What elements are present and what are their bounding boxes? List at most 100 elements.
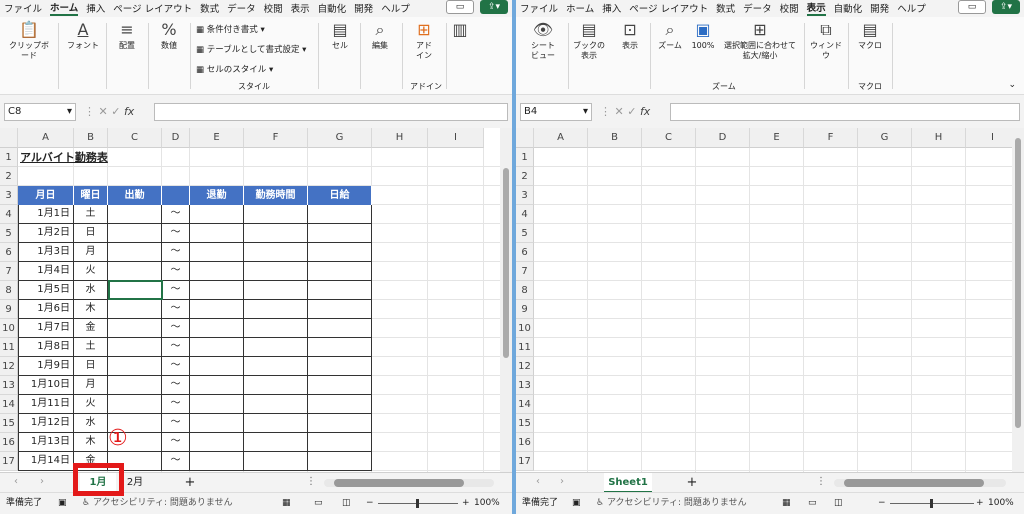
column-header[interactable]: H bbox=[372, 128, 428, 148]
table-cell[interactable]: ～ bbox=[162, 414, 190, 433]
page-break-icon[interactable]: ◫ bbox=[342, 493, 351, 513]
column-header[interactable]: I bbox=[428, 128, 484, 148]
row-header[interactable]: 17 bbox=[516, 452, 534, 471]
zoom-in-button[interactable]: + bbox=[976, 493, 984, 513]
row-header[interactable]: 11 bbox=[516, 338, 534, 357]
table-cell[interactable]: ～ bbox=[162, 376, 190, 395]
column-header[interactable]: G bbox=[858, 128, 912, 148]
zoom-in-button[interactable]: + bbox=[462, 493, 470, 513]
zoom-slider[interactable] bbox=[378, 499, 458, 508]
zoom-button[interactable]: ⌕ ズーム bbox=[654, 21, 686, 51]
next-sheet-icon[interactable]: › bbox=[40, 476, 44, 487]
addin-button[interactable]: ⊞ アド イン bbox=[406, 21, 442, 61]
sheet-view-button[interactable]: 👁 シート ビュー bbox=[522, 21, 564, 61]
table-cell[interactable] bbox=[244, 338, 308, 357]
table-cell[interactable] bbox=[108, 338, 162, 357]
next-sheet-icon[interactable]: › bbox=[560, 476, 564, 487]
menu-item[interactable]: ヘルプ bbox=[381, 1, 410, 15]
vertical-scrollbar[interactable] bbox=[1012, 128, 1024, 472]
page-layout-icon[interactable]: ▭ bbox=[314, 493, 323, 513]
menu-item[interactable]: 自動化 bbox=[318, 1, 347, 15]
table-cell[interactable] bbox=[308, 452, 372, 471]
row-header[interactable]: 3 bbox=[0, 186, 18, 205]
column-header[interactable]: E bbox=[190, 128, 244, 148]
table-cell[interactable]: ～ bbox=[162, 224, 190, 243]
table-cell[interactable] bbox=[308, 224, 372, 243]
table-cell[interactable] bbox=[108, 262, 162, 281]
table-cell[interactable]: ～ bbox=[162, 338, 190, 357]
formula-input[interactable] bbox=[154, 103, 508, 121]
book-view-button[interactable]: ▤ ブックの 表示 bbox=[568, 21, 610, 61]
row-header[interactable]: 1 bbox=[516, 148, 534, 167]
comment-button[interactable]: ▭ bbox=[446, 0, 474, 14]
table-cell[interactable] bbox=[190, 357, 244, 376]
table-cell[interactable]: 日 bbox=[74, 357, 108, 376]
row-header[interactable]: 16 bbox=[516, 433, 534, 452]
table-cell[interactable]: ～ bbox=[162, 395, 190, 414]
row-header[interactable]: 9 bbox=[0, 300, 18, 319]
vertical-scrollbar[interactable] bbox=[500, 128, 512, 472]
comment-button[interactable]: ▭ bbox=[958, 0, 986, 14]
table-cell[interactable] bbox=[244, 357, 308, 376]
column-header[interactable]: E bbox=[750, 128, 804, 148]
menu-item[interactable]: 表示 bbox=[291, 1, 310, 15]
row-header[interactable]: 12 bbox=[0, 357, 18, 376]
menu-item[interactable]: ヘルプ bbox=[897, 1, 926, 15]
add-sheet-button[interactable]: + bbox=[682, 473, 702, 493]
tab-splitter[interactable]: ⋮ bbox=[816, 476, 826, 487]
accessibility-status[interactable]: ♿ アクセシビリティ: 問題ありません bbox=[82, 493, 233, 513]
zoom-slider[interactable] bbox=[890, 499, 974, 508]
table-cell[interactable] bbox=[244, 395, 308, 414]
row-header[interactable]: 8 bbox=[516, 281, 534, 300]
table-cell[interactable]: 木 bbox=[74, 300, 108, 319]
table-cell[interactable] bbox=[190, 281, 244, 300]
table-cell[interactable] bbox=[244, 414, 308, 433]
horizontal-scrollbar[interactable] bbox=[834, 479, 1006, 487]
ribbon-collapse-icon[interactable]: ⌄ bbox=[1008, 80, 1016, 90]
table-cell[interactable]: 1月9日 bbox=[18, 357, 74, 376]
menu-item[interactable]: 校閲 bbox=[780, 1, 799, 15]
table-cell[interactable] bbox=[308, 300, 372, 319]
table-cell[interactable]: 1月8日 bbox=[18, 338, 74, 357]
table-cell[interactable] bbox=[244, 452, 308, 471]
table-cell[interactable] bbox=[308, 395, 372, 414]
column-header[interactable]: C bbox=[642, 128, 696, 148]
row-header[interactable]: 14 bbox=[0, 395, 18, 414]
row-header[interactable]: 15 bbox=[516, 414, 534, 433]
row-header[interactable]: 9 bbox=[516, 300, 534, 319]
page-layout-icon[interactable]: ▭ bbox=[808, 493, 817, 513]
table-cell[interactable] bbox=[190, 433, 244, 452]
table-cell[interactable] bbox=[244, 300, 308, 319]
menu-item[interactable]: ページ レイアウト bbox=[113, 1, 192, 15]
table-cell[interactable]: ～ bbox=[162, 300, 190, 319]
table-cell[interactable] bbox=[308, 281, 372, 300]
table-cell[interactable]: 1月6日 bbox=[18, 300, 74, 319]
table-cell[interactable]: ～ bbox=[162, 243, 190, 262]
normal-view-icon[interactable]: ▦ bbox=[782, 493, 791, 513]
menu-item[interactable]: 自動化 bbox=[834, 1, 863, 15]
zoom-selection-button[interactable]: ⊞ 選択範囲に合わせて 拡大/縮小 bbox=[720, 21, 800, 61]
row-header[interactable]: 16 bbox=[0, 433, 18, 452]
conditional-format-button[interactable]: ▦ 条件付き書式 ▾ bbox=[196, 23, 265, 35]
row-header[interactable]: 6 bbox=[516, 243, 534, 262]
zoom-out-button[interactable]: − bbox=[878, 493, 886, 513]
menu-item[interactable]: 数式 bbox=[200, 1, 219, 15]
row-header[interactable]: 1 bbox=[0, 148, 18, 167]
table-cell[interactable] bbox=[244, 319, 308, 338]
table-cell[interactable]: ～ bbox=[162, 433, 190, 452]
table-cell[interactable] bbox=[190, 243, 244, 262]
table-cell[interactable] bbox=[108, 224, 162, 243]
table-cell[interactable] bbox=[108, 376, 162, 395]
macro-button[interactable]: ▤ マクロ bbox=[852, 21, 888, 51]
menu-item[interactable]: 数式 bbox=[716, 1, 735, 15]
table-cell[interactable] bbox=[108, 243, 162, 262]
table-cell[interactable]: 1月12日 bbox=[18, 414, 74, 433]
row-header[interactable]: 13 bbox=[0, 376, 18, 395]
row-header[interactable]: 13 bbox=[516, 376, 534, 395]
table-cell[interactable]: 1月7日 bbox=[18, 319, 74, 338]
table-cell[interactable] bbox=[108, 357, 162, 376]
table-cell[interactable] bbox=[244, 376, 308, 395]
zoom-100-button[interactable]: ▣ 100% bbox=[688, 21, 718, 51]
select-all-corner[interactable] bbox=[0, 128, 18, 148]
row-header[interactable]: 14 bbox=[516, 395, 534, 414]
